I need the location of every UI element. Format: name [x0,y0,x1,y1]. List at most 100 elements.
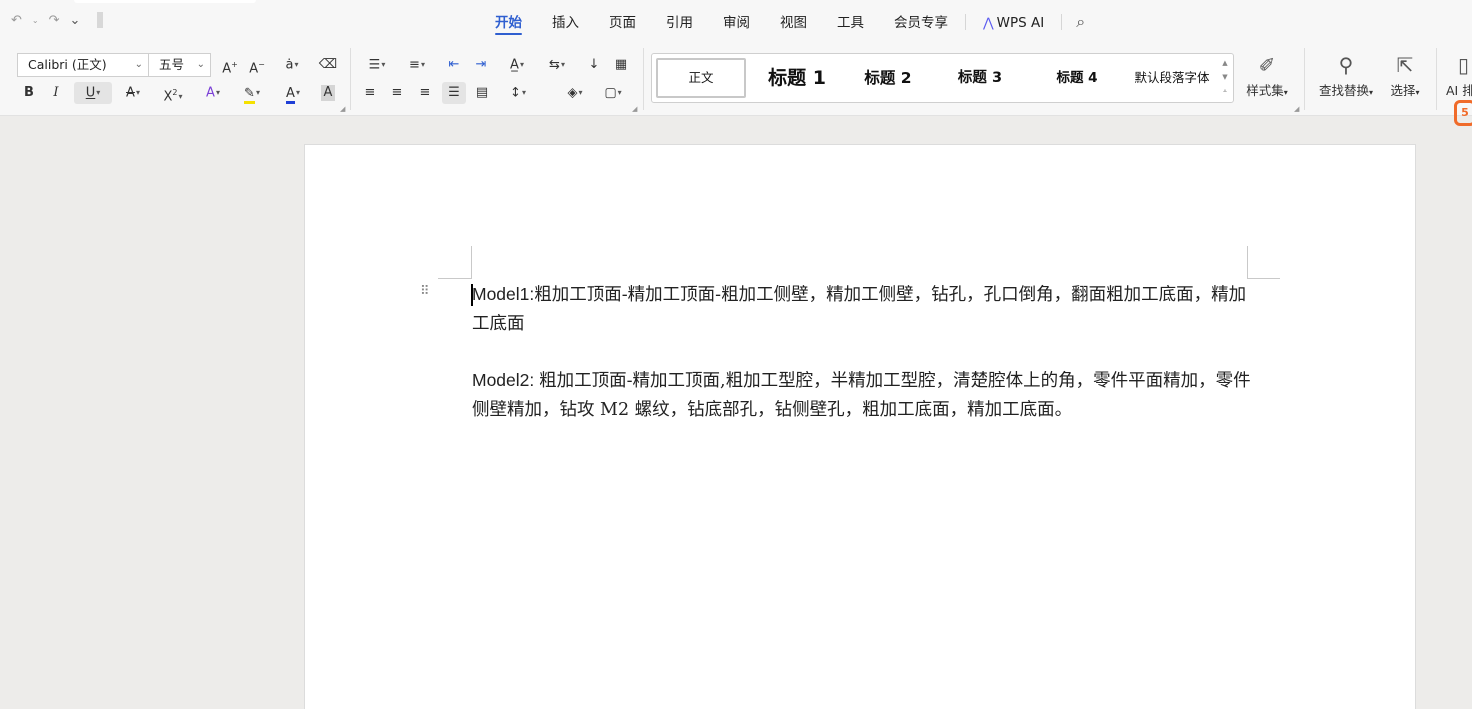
customize-qat-icon[interactable]: ⌄ [67,13,84,28]
style-heading-3[interactable]: 标题 3 [942,58,1018,98]
justify-icon[interactable]: ☰ [442,82,466,104]
tab-home[interactable]: 开始 [480,0,537,44]
text-effect-icon[interactable]: A▾ [198,82,228,104]
qat-separator [97,12,104,28]
paragraph-model1-prefix: Model1: [472,284,535,304]
paragraph-model2-text: 粗加工顶面-精加工顶面,粗加工型腔，半精加工型腔，清楚腔体上的角，零件平面精加，… [472,371,1251,420]
style-normal[interactable]: 正文 [656,58,746,98]
style-heading-4[interactable]: 标题 4 [1042,58,1112,98]
style-set-button[interactable]: ✐ 样式集▾ [1243,50,1291,99]
crop-mark [471,246,472,279]
font-size-select[interactable]: 五号 ⌄ [148,53,211,77]
gallery-scroll-up-icon[interactable]: ▲ [1219,56,1231,70]
table-grid-icon[interactable]: ▦ [611,54,631,76]
font-size-value: 五号 [159,57,185,72]
undo-icon[interactable]: ↶ [8,13,25,28]
style-set-label: 样式集 [1246,83,1284,98]
paragraph-dialog-launcher-icon[interactable]: ◢ [632,105,637,113]
ribbon-group-separator [643,48,644,110]
undo-dropdown-icon[interactable]: ⌄ [29,16,42,25]
tab-view[interactable]: 视图 [765,0,822,44]
borders-icon[interactable]: ▢▾ [598,82,628,104]
ribbon-tabs: 开始 插入 页面 引用 审阅 视图 工具 会员专享 ⋀ WPS AI ⌕ [480,0,1097,44]
underline-icon[interactable]: U▾ [74,82,112,104]
chevron-down-icon: ⌄ [196,59,205,70]
search-icon[interactable]: ⌕ [1064,12,1097,32]
align-center-icon[interactable]: ≡ [388,82,406,104]
highlight-color-icon[interactable]: ✎▾ [236,82,268,104]
tab-tools[interactable]: 工具 [822,0,879,44]
clear-format-icon[interactable]: ⌫ [318,54,338,76]
paragraph-model2[interactable]: Model2: 粗加工顶面-精加工顶面,粗加工型腔，半精加工型腔，清楚腔体上的角… [472,366,1252,425]
wps-brand-badge-icon[interactable]: 5 [1454,100,1472,126]
find-replace-button[interactable]: ⚲ 查找替换▾ [1316,50,1376,99]
italic-icon[interactable]: I [47,82,65,104]
style-heading-1[interactable]: 标题 1 [754,58,840,98]
text-direction-icon[interactable]: ⇆▾ [542,54,572,76]
paragraph-drag-handle-icon[interactable]: ⠿ [420,284,429,299]
text-caret [471,284,473,306]
tab-review[interactable]: 审阅 [708,0,765,44]
ai-layout-button[interactable]: ▯ AI 排 [1446,50,1472,99]
crop-mark [1247,246,1248,279]
bullet-list-icon[interactable]: ☰▾ [362,54,392,76]
tab-insert[interactable]: 插入 [537,0,594,44]
paragraph-model1-text: 粗加工顶面-精加工顶面-粗加工侧壁，精加工侧壁，钻孔，孔口倒角，翻面粗加工底面，… [472,285,1247,334]
tab-wps-ai[interactable]: ⋀ WPS AI [968,0,1059,44]
crop-mark [1247,278,1280,279]
magnifier-icon: ⚲ [1338,53,1354,77]
paragraph-model1[interactable]: Model1:粗加工顶面-精加工顶面-粗加工侧壁，精加工侧壁，钻孔，孔口倒角，翻… [472,280,1252,339]
quick-access-toolbar: ↶ ⌄ ↷ ⌄ [8,12,104,28]
ai-layout-label: AI 排 [1446,83,1472,98]
superscript-icon[interactable]: X2▾ [158,82,188,104]
phonetic-guide-icon[interactable]: ȧ▾ [276,54,308,76]
style-heading-2[interactable]: 标题 2 [850,58,926,98]
ribbon-group-separator [1436,48,1437,110]
paragraph-model2-prefix: Model2: [472,370,540,390]
grow-font-icon[interactable]: A+ [220,54,240,76]
font-color-icon[interactable]: A▾ [278,82,308,104]
redo-icon[interactable]: ↷ [46,13,63,28]
select-label: 选择 [1390,83,1416,98]
numbered-list-icon[interactable]: ≡▾ [402,54,432,76]
sort-icon[interactable]: ↓ [584,54,604,76]
wps-ai-logo-icon: ⋀ [983,16,994,31]
style-set-icon: ✐ [1258,53,1276,77]
cursor-arrow-icon: ⇱ [1396,53,1414,77]
ribbon-group-separator [1304,48,1305,110]
line-spacing-icon[interactable]: ↕▾ [502,82,534,104]
tab-member[interactable]: 会员专享 [879,0,963,44]
styles-dialog-launcher-icon[interactable]: ◢ [1294,105,1299,113]
bold-icon[interactable]: B [20,82,38,104]
gallery-expand-icon[interactable]: ⩡ [1219,84,1231,98]
chinese-layout-icon[interactable]: A̲▾ [502,54,532,76]
strikethrough-icon[interactable]: A▾ [118,82,148,104]
gallery-scroll-down-icon[interactable]: ▼ [1219,70,1231,84]
chevron-down-icon: ▾ [1283,88,1288,97]
tab-wps-ai-label: WPS AI [996,15,1045,31]
document-page[interactable] [304,144,1416,709]
decrease-indent-icon[interactable]: ⇤ [444,54,464,76]
tab-references[interactable]: 引用 [651,0,708,44]
chevron-down-icon: ▾ [1415,88,1420,97]
align-left-icon[interactable]: ≡ [361,82,379,104]
increase-indent-icon[interactable]: ⇥ [471,54,491,76]
font-dialog-launcher-icon[interactable]: ◢ [340,105,345,113]
tab-separator [965,14,966,30]
tab-separator [1061,14,1063,30]
crop-mark [438,278,472,279]
find-replace-label: 查找替换 [1318,83,1369,98]
style-default-paragraph-font[interactable]: 默认段落字体 [1126,58,1218,98]
ribbon-group-separator [350,48,351,110]
align-right-icon[interactable]: ≡ [416,82,434,104]
char-shading-icon[interactable]: A [318,82,338,104]
tab-page[interactable]: 页面 [594,0,651,44]
distributed-align-icon[interactable]: ▤ [472,82,492,104]
shrink-font-icon[interactable]: A− [247,54,267,76]
styles-gallery: 正文 标题 1 标题 2 标题 3 标题 4 默认段落字体 ▲ ▼ ⩡ [651,53,1234,103]
chevron-down-icon: ⌄ [134,59,143,70]
shading-icon[interactable]: ◈▾ [560,82,590,104]
ribbon-home: Calibri (正文) ⌄ 五号 ⌄ A+ A− ȧ▾ ⌫ B I U▾ A▾… [0,44,1472,116]
select-button[interactable]: ⇱ 选择▾ [1384,50,1426,99]
font-name-select[interactable]: Calibri (正文) ⌄ [17,53,149,77]
